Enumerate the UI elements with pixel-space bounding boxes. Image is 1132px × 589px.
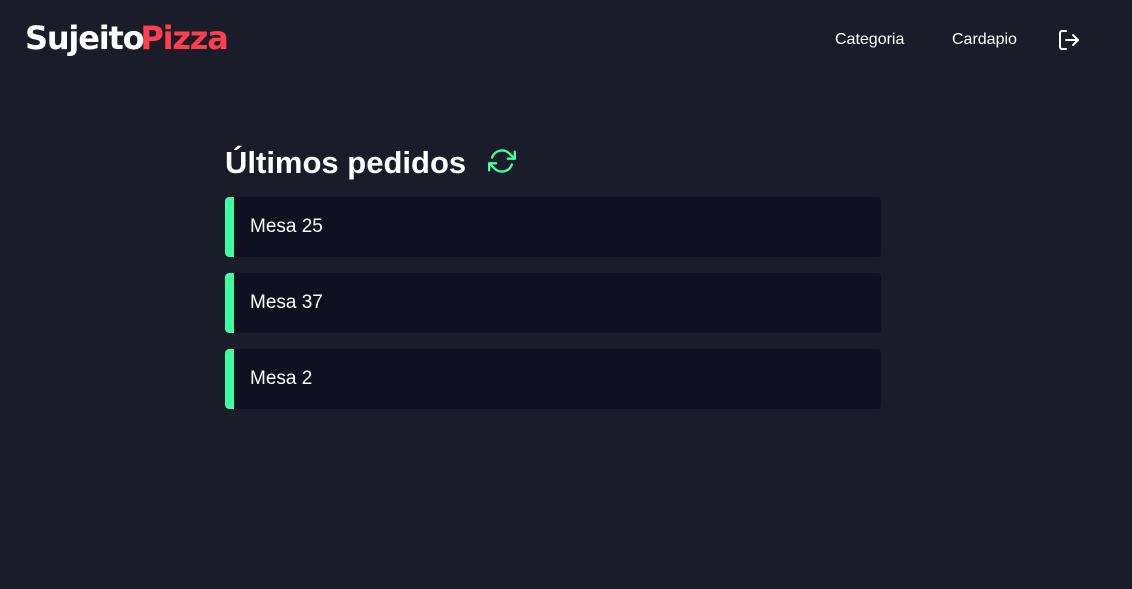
refresh-button[interactable] xyxy=(488,147,516,175)
nav-link-cardapio[interactable]: Cardapio xyxy=(952,30,1017,50)
main-content: Últimos pedidos Mesa 25 Mesa 37 Mesa 2 xyxy=(225,140,881,409)
logout-icon xyxy=(1059,30,1079,50)
order-item-mesa-25[interactable]: Mesa 25 xyxy=(225,197,881,257)
order-status-tag xyxy=(225,273,234,333)
nav-link-categoria[interactable]: Categoria xyxy=(835,30,904,50)
logout-button[interactable] xyxy=(1057,28,1081,52)
refresh-icon xyxy=(488,149,516,173)
order-status-tag xyxy=(225,349,234,409)
main-nav: Categoria Cardapio xyxy=(0,28,1132,52)
order-label: Mesa 2 xyxy=(250,368,313,389)
order-item-mesa-37[interactable]: Mesa 37 xyxy=(225,273,881,333)
order-label: Mesa 37 xyxy=(250,292,323,313)
order-item-mesa-2[interactable]: Mesa 2 xyxy=(225,349,881,409)
page-title: Últimos pedidos xyxy=(225,145,467,180)
order-list: Mesa 25 Mesa 37 Mesa 2 xyxy=(225,197,881,425)
header: SujeitoPizza Categoria Cardapio xyxy=(0,0,1132,80)
order-status-tag xyxy=(225,197,234,257)
title-row: Últimos pedidos xyxy=(225,140,881,186)
order-label: Mesa 25 xyxy=(250,216,323,237)
